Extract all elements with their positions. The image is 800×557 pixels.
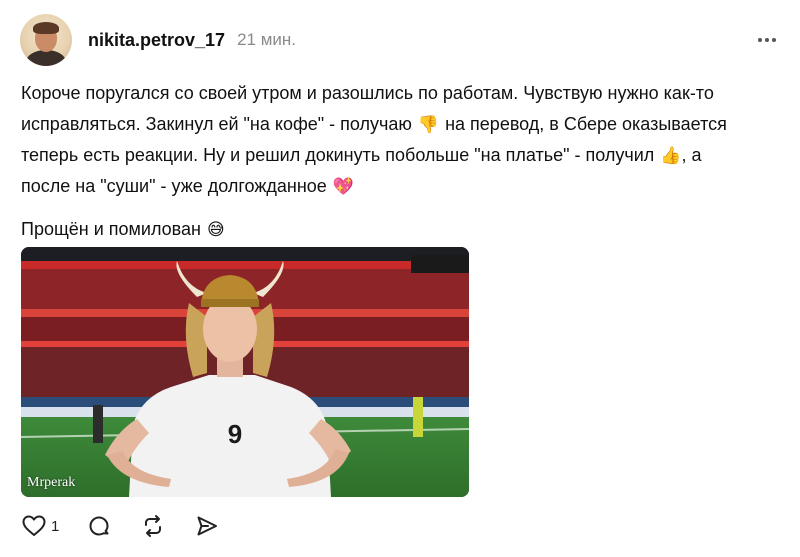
text-line: после на "суши" - уже долгожданное	[21, 176, 327, 196]
repost-icon	[145, 515, 162, 537]
heart-icon	[22, 515, 46, 536]
more-dot-icon	[765, 38, 769, 42]
like-button[interactable]: 1	[22, 515, 59, 537]
sweat-smile-emoji: 😅	[207, 220, 225, 239]
post-actions: 1	[22, 512, 219, 540]
avatar-hair-shape	[33, 22, 59, 34]
heart-emoji: 💖	[332, 177, 354, 196]
more-dot-icon	[758, 38, 762, 42]
avatar-body-shape	[26, 50, 66, 66]
send-icon	[197, 516, 218, 536]
text-line: Короче поругался со своей утром и разошл…	[21, 83, 714, 103]
like-count: 1	[51, 517, 60, 535]
post-body: Короче поругался со своей утром и разошл…	[21, 78, 761, 245]
repost-button[interactable]	[141, 514, 165, 538]
comment-button[interactable]	[87, 514, 111, 538]
thumbs-down-emoji: 👎	[417, 115, 440, 134]
user-avatar[interactable]	[20, 14, 72, 66]
more-options-button[interactable]	[758, 38, 776, 42]
thumbs-up-emoji: 👍	[660, 146, 682, 165]
image-watermark: Mrperak	[27, 475, 76, 490]
text-line: Прощён и помилован	[21, 219, 201, 239]
jersey-number: 9	[228, 419, 242, 449]
post-image[interactable]: 9 Mrperak	[21, 247, 469, 497]
comment-icon	[89, 516, 109, 536]
post-paragraph: Короче поругался со своей утром и разошл…	[21, 78, 761, 202]
post-timestamp: 21 мин.	[237, 30, 296, 49]
jersey-number-text: 9	[228, 419, 242, 449]
share-button[interactable]	[195, 514, 219, 538]
post-paragraph: Прощён и помилован 😅	[21, 214, 761, 245]
text-line: на перевод, в Сбере оказывается	[445, 114, 727, 134]
text-line: исправляться. Закинул ей "на кофе" - пол…	[21, 114, 412, 134]
text-line: теперь есть реакции. Ну и решил докинуть…	[21, 145, 655, 165]
post-header: nikita.petrov_17 21 мин.	[20, 14, 780, 66]
stadium-scene-image: 9	[21, 247, 469, 497]
text-line: , а	[681, 145, 702, 165]
author-username[interactable]: nikita.petrov_17	[88, 30, 225, 51]
more-dot-icon	[772, 38, 776, 42]
